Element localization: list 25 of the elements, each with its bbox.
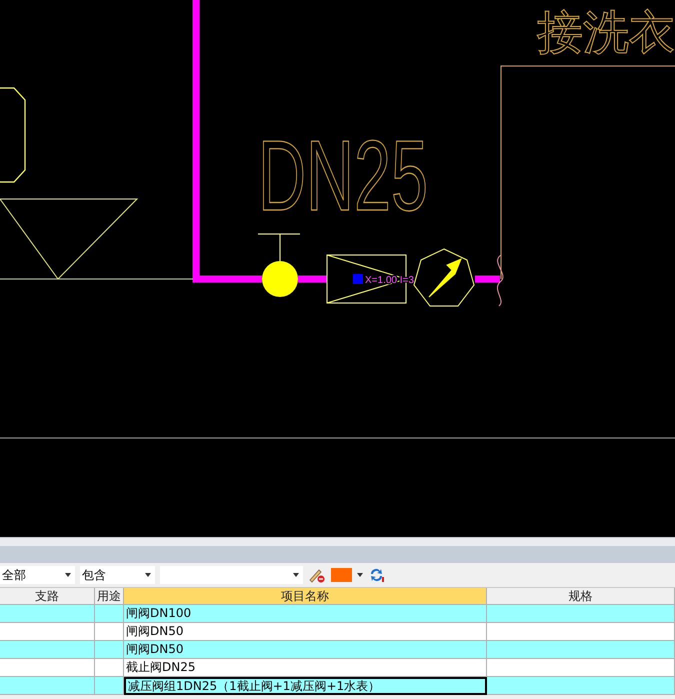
item-name-cell: 减压阀组1DN25（1截止阀+1减压阀+1水表） — [124, 677, 487, 695]
water-meter-symbol — [413, 248, 475, 306]
caret-icon — [293, 573, 299, 577]
refresh-icon[interactable] — [368, 567, 386, 583]
pipe-size-label: DN25 — [258, 120, 514, 232]
caret-icon[interactable] — [357, 573, 363, 577]
filter-dropdown[interactable]: 全部 — [0, 566, 75, 584]
filter-dropdown[interactable]: 包含 — [80, 566, 155, 584]
usage-cell — [95, 677, 124, 695]
column-header[interactable]: 用途 — [95, 588, 124, 605]
caret-icon — [65, 573, 71, 577]
grip-point[interactable] — [353, 274, 363, 284]
break-mark — [496, 254, 504, 306]
filter-dropdown[interactable] — [160, 566, 303, 584]
column-header[interactable]: 项目名称 — [124, 588, 487, 605]
item-name-cell: 截止阀DN25 — [124, 659, 487, 677]
column-header[interactable]: 支路 — [0, 588, 95, 605]
caret-icon — [145, 573, 151, 577]
leader-line — [258, 234, 300, 262]
valve-symbol — [262, 261, 298, 297]
column-header[interactable]: 规格 — [487, 588, 675, 605]
splitter-bar[interactable] — [0, 537, 675, 546]
pencil-delete-icon[interactable] — [308, 567, 326, 583]
room-label: 接洗衣 — [537, 5, 675, 59]
color-picker-button[interactable] — [331, 568, 352, 582]
